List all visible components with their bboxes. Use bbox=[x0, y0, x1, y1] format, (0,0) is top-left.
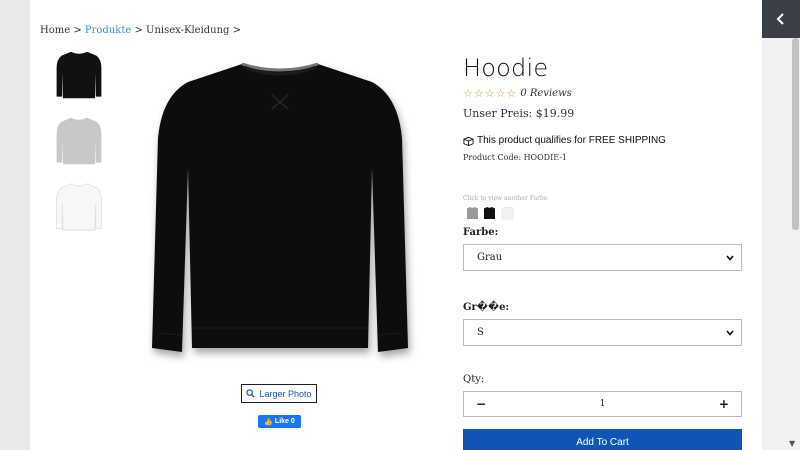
swatch-grey[interactable] bbox=[465, 205, 479, 220]
scrollbar-thumb[interactable] bbox=[792, 38, 799, 230]
swatch-hint: Click to view another Farbe bbox=[463, 195, 548, 202]
sweatshirt-swatch-image bbox=[501, 206, 513, 219]
qty-input[interactable]: 1 bbox=[600, 399, 606, 409]
breadcrumb-separator: > bbox=[229, 25, 242, 36]
thumbs-up-icon: 👍 bbox=[264, 418, 273, 426]
collapse-panel-button[interactable] bbox=[762, 0, 800, 38]
sweatshirt-thumbnail-image bbox=[56, 183, 102, 231]
facebook-like-button[interactable]: 👍 Like 0 bbox=[258, 415, 301, 428]
larger-photo-label: Larger Photo bbox=[259, 388, 312, 399]
main-product-photo[interactable] bbox=[140, 48, 420, 368]
thumbnail-grey[interactable] bbox=[54, 112, 104, 170]
breadcrumb-products[interactable]: Produkte bbox=[85, 25, 131, 36]
size-label: Gr��e: bbox=[463, 302, 510, 313]
breadcrumb: Home > Produkte > Unisex-Kleidung > bbox=[40, 25, 241, 36]
quantity-stepper: − 1 + bbox=[463, 391, 742, 417]
thumbnail-black[interactable] bbox=[54, 46, 104, 104]
swatch-white[interactable] bbox=[500, 205, 514, 220]
color-label: Farbe: bbox=[463, 227, 499, 238]
like-count-label: Like 0 bbox=[274, 418, 295, 425]
reviews-link[interactable]: 0 Reviews bbox=[520, 88, 571, 99]
shipping-box-icon bbox=[463, 136, 474, 146]
larger-photo-button[interactable]: Larger Photo bbox=[241, 384, 317, 403]
magnifier-icon bbox=[246, 389, 256, 398]
product-price: Unser Preis: $19.99 bbox=[463, 107, 575, 120]
chevron-left-icon bbox=[776, 13, 784, 25]
chevron-down-icon bbox=[726, 254, 734, 261]
free-shipping-notice: This product qualifies for FREE SHIPPING bbox=[463, 135, 666, 146]
product-code: Product Code: HOODIE-1 bbox=[463, 153, 568, 162]
qty-label: Qty: bbox=[463, 374, 485, 385]
add-to-cart-button[interactable]: Add To Cart bbox=[463, 429, 742, 450]
size-select[interactable]: S bbox=[463, 319, 742, 346]
qty-decrease-button[interactable]: − bbox=[476, 397, 486, 411]
sweatshirt-swatch-image bbox=[466, 206, 478, 219]
breadcrumb-category[interactable]: Unisex-Kleidung bbox=[146, 25, 229, 36]
shipping-text: This product qualifies for FREE SHIPPING bbox=[477, 135, 666, 146]
sweatshirt-thumbnail-image bbox=[56, 51, 102, 99]
breadcrumb-home[interactable]: Home bbox=[40, 25, 70, 36]
sweatshirt-swatch-image bbox=[483, 206, 495, 219]
sweatshirt-thumbnail-image bbox=[56, 117, 102, 165]
color-select-value: Grau bbox=[477, 252, 503, 263]
product-title: Hoodie bbox=[463, 54, 549, 82]
scroll-down-arrow-icon[interactable]: ▼ bbox=[789, 439, 795, 448]
breadcrumb-separator: > bbox=[70, 25, 85, 36]
color-select[interactable]: Grau bbox=[463, 244, 742, 271]
rating-row: ☆☆☆☆☆ 0 Reviews bbox=[463, 87, 572, 100]
size-select-value: S bbox=[477, 327, 484, 338]
chevron-down-icon bbox=[726, 329, 734, 336]
sweatshirt-image bbox=[152, 62, 408, 352]
swatch-black[interactable] bbox=[482, 205, 496, 220]
qty-increase-button[interactable]: + bbox=[719, 397, 729, 411]
star-rating-icon[interactable]: ☆☆☆☆☆ bbox=[463, 87, 517, 100]
thumbnail-white[interactable] bbox=[54, 178, 104, 236]
breadcrumb-separator: > bbox=[131, 25, 147, 36]
